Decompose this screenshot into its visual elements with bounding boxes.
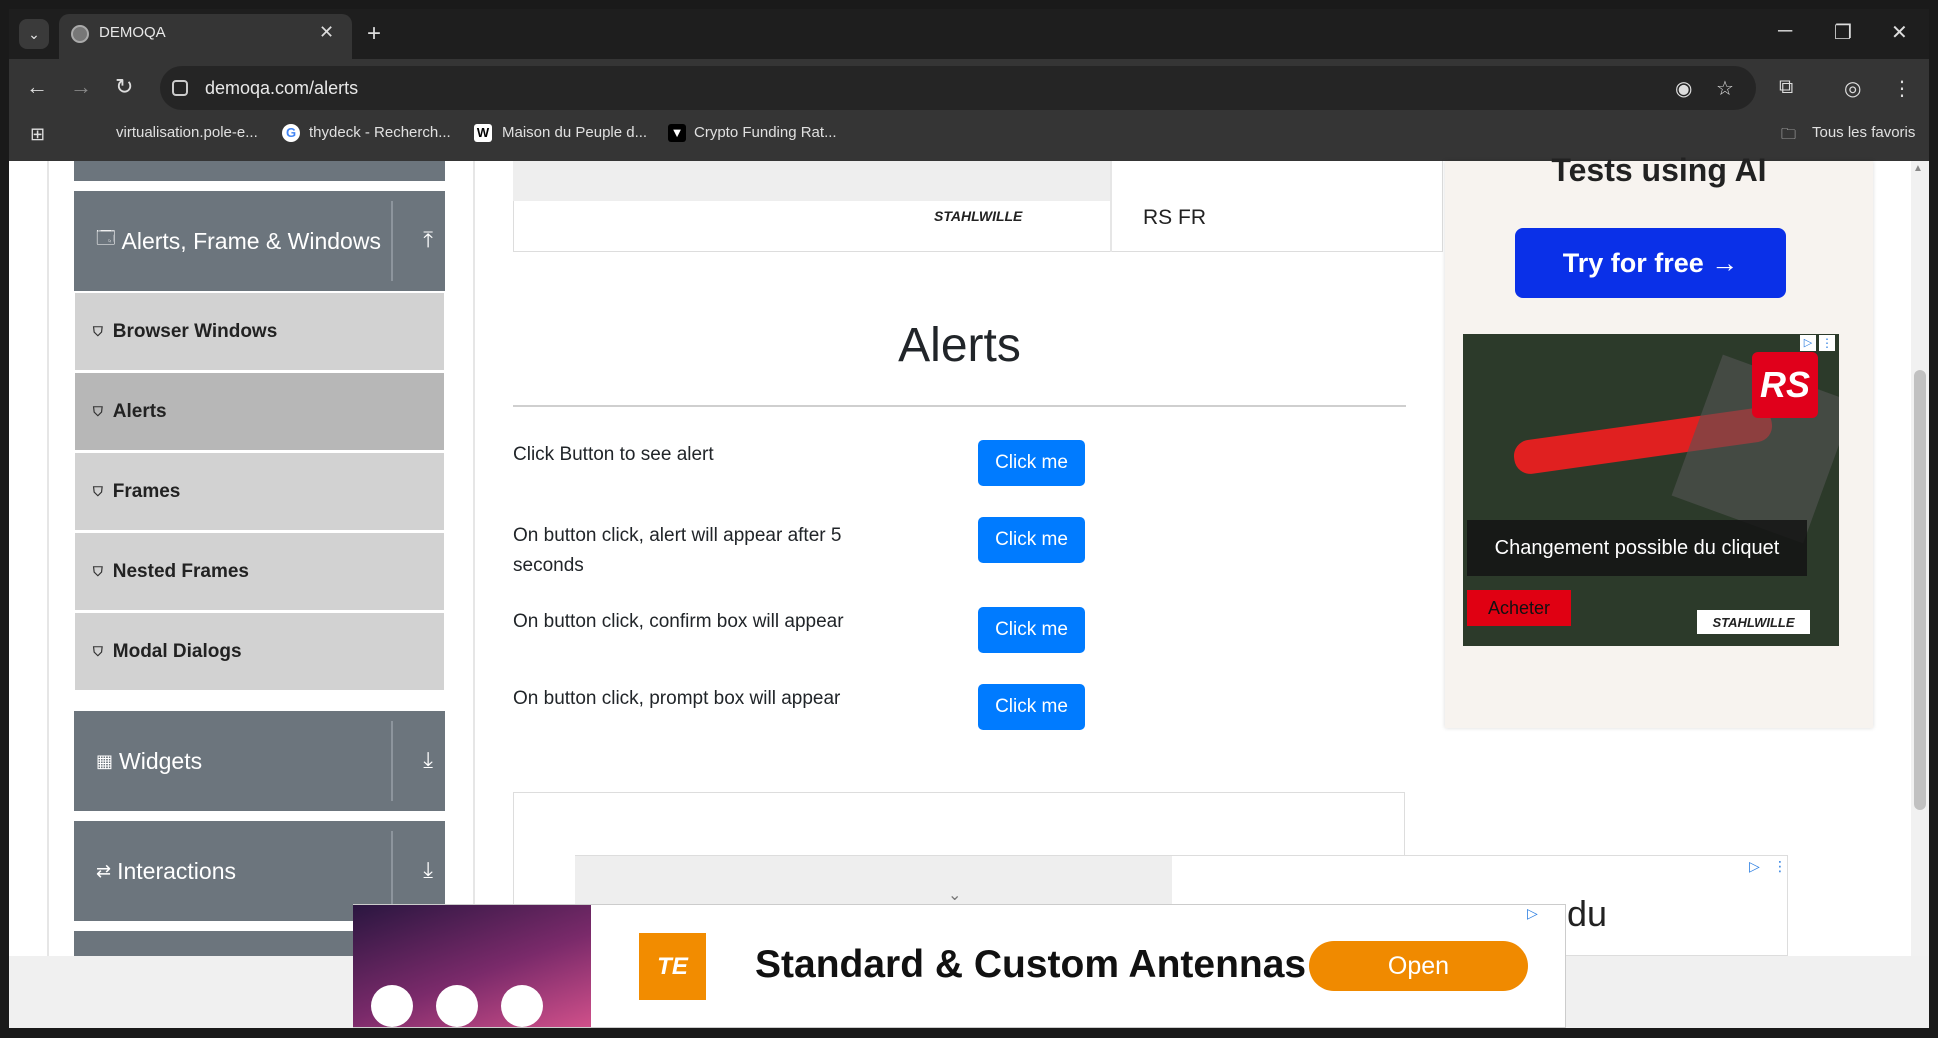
tab-title: DEMOQA: [99, 24, 166, 41]
back-icon[interactable]: ←: [26, 74, 48, 100]
group-title: Interactions: [117, 857, 236, 884]
address-bar[interactable]: [160, 66, 1756, 110]
wikipedia-icon: W: [474, 124, 492, 142]
ad-image: [513, 161, 1110, 201]
sidebar-item-label: Nested Frames: [112, 560, 249, 582]
url-text[interactable]: demoqa.com/alerts: [205, 78, 358, 99]
divider: [513, 405, 1406, 407]
product-icon: [371, 985, 413, 1027]
ad-label: RS FR: [1143, 206, 1206, 229]
bookmark-item[interactable]: Crypto Funding Rat...: [694, 124, 837, 141]
html5-icon: ⛉: [93, 643, 103, 659]
expand-arrow-icon[interactable]: ⤓: [423, 747, 433, 773]
sidebar-group-alerts-frame-windows[interactable]: 🗔 Alerts, Frame & Windows ⤒: [74, 191, 445, 291]
ad-title: Standard & Custom Antennas: [755, 943, 1307, 986]
sidebar-group-widgets[interactable]: ▦ Widgets ⤓: [74, 711, 445, 811]
all-bookmarks[interactable]: Tous les favoris: [1812, 124, 1915, 141]
divider: [391, 721, 393, 801]
alert-row-text: Click Button to see alert: [513, 444, 714, 465]
sidebar-item-label: Modal Dialogs: [112, 640, 242, 662]
widgets-icon: ▦: [96, 750, 114, 771]
html5-icon: ⛉: [93, 483, 103, 499]
divider: [47, 161, 49, 956]
google-icon: G: [282, 124, 300, 142]
html5-icon: ⛉: [93, 403, 103, 419]
interactions-icon: ⇄: [96, 860, 112, 881]
prompt-button[interactable]: Click me: [978, 684, 1085, 730]
sidebar-item-label: Browser Windows: [112, 320, 278, 342]
reload-icon[interactable]: ↻: [115, 74, 133, 100]
tab-search-dropdown[interactable]: ⌄: [19, 19, 49, 49]
adchoices-icon[interactable]: ▷: [1527, 905, 1538, 922]
html5-icon: ⛉: [93, 563, 103, 579]
scroll-thumb[interactable]: [1914, 370, 1926, 810]
sidebar-item-frames[interactable]: ⛉ Frames: [75, 453, 444, 530]
close-window-icon[interactable]: ✕: [1891, 20, 1908, 45]
sidebar-item-nested-frames[interactable]: ⛉ Nested Frames: [75, 533, 444, 610]
ad-caption: Changement possible du cliquet: [1467, 520, 1807, 576]
bookmark-item[interactable]: Maison du Peuple d...: [502, 124, 647, 141]
crypto-icon: ▼: [668, 124, 686, 142]
sidebar-item-alerts[interactable]: ⛉ Alerts: [75, 373, 444, 450]
confirm-row-text: On button click, confirm box will appear: [513, 611, 844, 632]
try-for-free-button[interactable]: Try for free →: [1515, 228, 1786, 298]
site-info-icon[interactable]: [172, 80, 188, 96]
ad-heading: Tests using AI: [1551, 152, 1767, 188]
expand-arrow-icon[interactable]: ⤓: [423, 857, 433, 883]
divider: [473, 161, 475, 956]
product-icon: [436, 985, 478, 1027]
ad-image: [353, 905, 591, 1027]
sidebar-item-modal-dialogs[interactable]: ⛉ Modal Dialogs: [75, 613, 444, 690]
window-icon: 🗔: [96, 228, 116, 248]
scroll-up-icon[interactable]: ▲: [1913, 163, 1923, 174]
ad-options-icon[interactable]: ⋮: [1819, 335, 1835, 351]
timer-alert-row-text: On button click, alert will appear after…: [513, 525, 842, 576]
prompt-row-text: On button click, prompt box will appear: [513, 688, 841, 709]
globe-icon: [71, 25, 89, 43]
group-title: Alerts, Frame & Windows: [121, 227, 381, 254]
sidebar-item-browser-windows[interactable]: ⛉ Browser Windows: [75, 293, 444, 370]
divider: [391, 201, 393, 281]
stahlwille-logo: STAHLWILLE: [1697, 610, 1810, 634]
chevron-down-icon: ⌄: [948, 887, 962, 904]
product-icon: [501, 985, 543, 1027]
profile-icon[interactable]: ◎: [1844, 76, 1861, 101]
page-title: Alerts: [898, 319, 1021, 372]
rs-logo: RS: [1752, 352, 1818, 418]
sidebar-group-header[interactable]: [74, 161, 445, 181]
stahlwille-logo: STAHLWILLE: [934, 208, 1023, 224]
restore-icon[interactable]: ❐: [1834, 20, 1852, 45]
sidebar-item-label: Alerts: [112, 400, 167, 422]
adchoices-icon[interactable]: ▷: [1800, 335, 1816, 351]
buy-button[interactable]: Acheter: [1467, 590, 1571, 626]
collapse-arrow-icon[interactable]: ⤒: [423, 227, 433, 253]
alert-button[interactable]: Click me: [978, 440, 1085, 486]
open-button[interactable]: Open: [1309, 941, 1528, 991]
star-icon[interactable]: ☆: [1716, 76, 1734, 101]
sidebar-item-label: Frames: [112, 480, 181, 502]
menu-icon[interactable]: ⋮: [1892, 76, 1912, 101]
new-tab-icon[interactable]: +: [367, 20, 381, 48]
bookmark-item[interactable]: virtualisation.pole-e...: [116, 124, 258, 141]
tab-close-icon[interactable]: ✕: [319, 22, 334, 43]
timer-alert-button[interactable]: Click me: [978, 517, 1085, 563]
html5-icon: ⛉: [93, 323, 103, 339]
bookmark-item[interactable]: thydeck - Recherch...: [309, 124, 451, 141]
extensions-icon[interactable]: ⧉: [1779, 76, 1793, 99]
folder-icon: 🗀: [1781, 126, 1797, 143]
divider: [391, 831, 393, 911]
eye-off-icon[interactable]: ◉: [1675, 76, 1692, 101]
te-logo: TE: [639, 933, 706, 1000]
forward-icon[interactable]: →: [70, 74, 92, 100]
divider: [1110, 161, 1112, 252]
minimize-icon[interactable]: ─: [1778, 20, 1792, 43]
adchoices-icon[interactable]: ▷: [1749, 858, 1760, 875]
apps-icon[interactable]: ⊞: [30, 124, 45, 145]
ad-options-icon[interactable]: ⋮: [1773, 858, 1787, 875]
group-title: Widgets: [119, 747, 203, 774]
confirm-button[interactable]: Click me: [978, 607, 1085, 653]
